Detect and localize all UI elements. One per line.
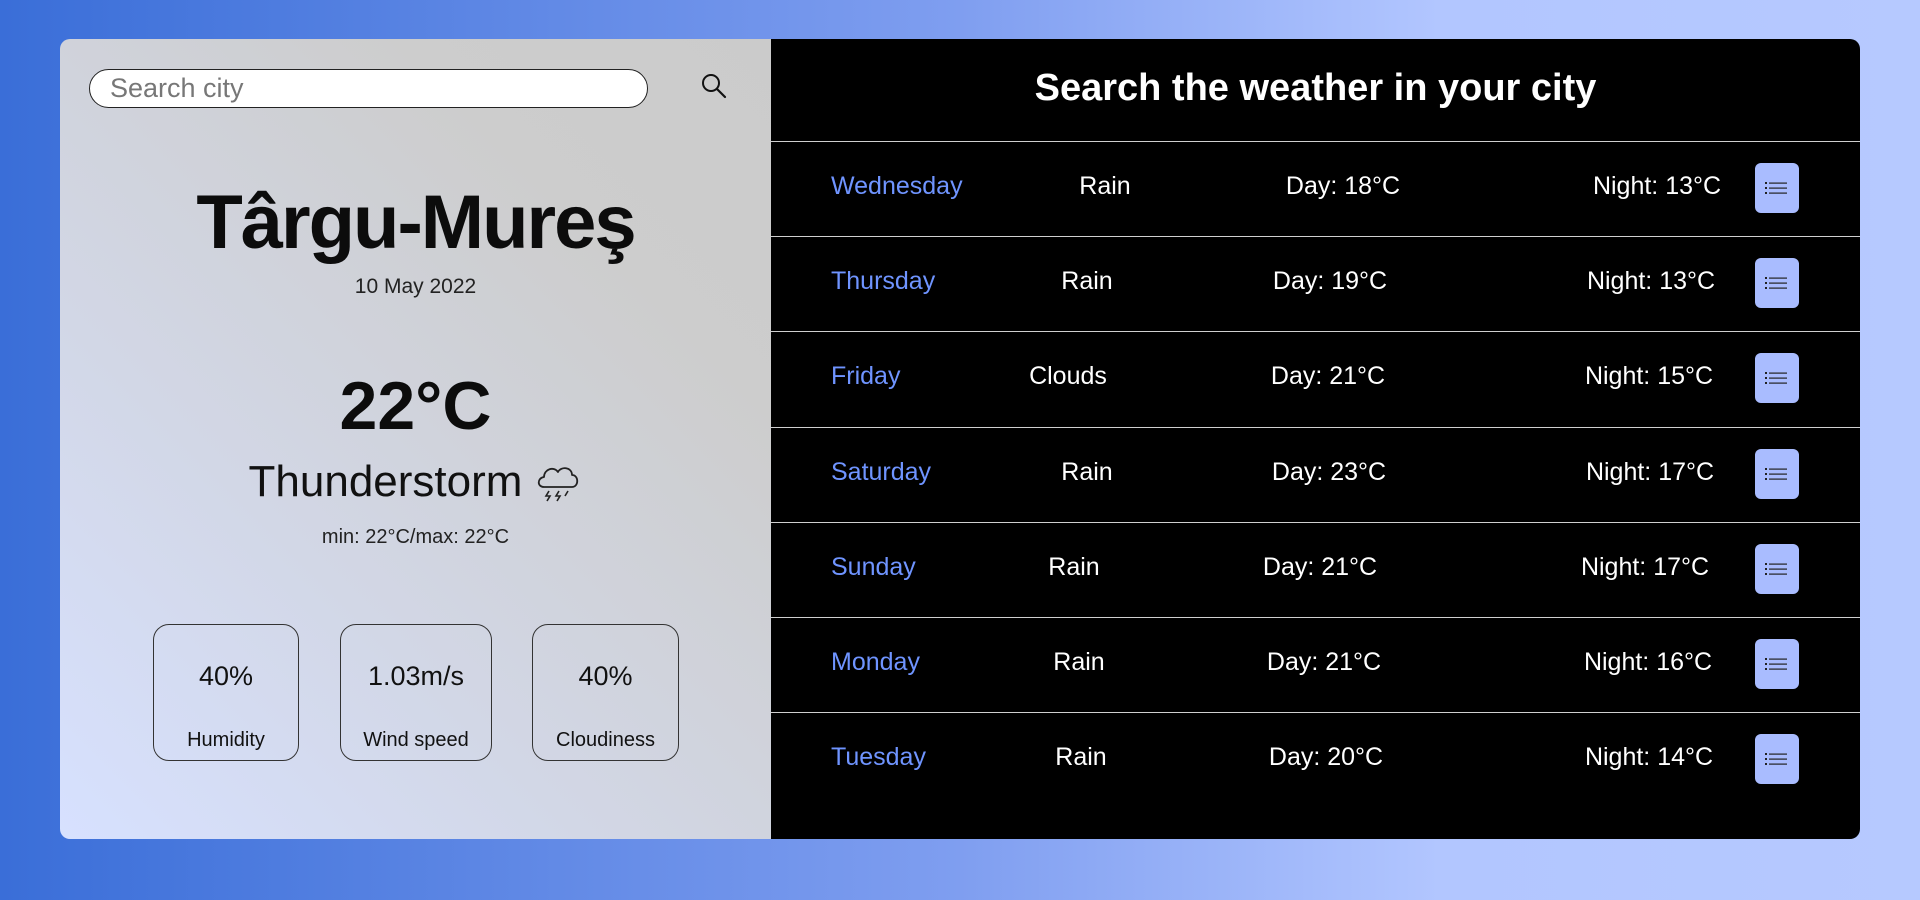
forecast-details-button[interactable] [1755,449,1799,499]
wind-speed-card: 1.03m/s Wind speed [340,624,492,761]
forecast-details-button[interactable] [1755,163,1799,213]
current-date: 10 May 2022 [354,275,477,298]
min-max-temperature: min: 22°C/max: 22°C [321,526,510,548]
forecast-weather: Rain [1061,267,1113,295]
search-bar [89,69,729,109]
wind-speed-label: Wind speed [363,729,469,751]
cloudiness-card: 40% Cloudiness [532,624,679,761]
forecast-day: Sunday [831,553,916,581]
forecast-day-temp: Day: 21°C [1270,362,1386,390]
forecast-weather: Rain [1055,743,1107,771]
forecast-night-temp: Night: 17°C [1585,458,1715,486]
forecast-details-button[interactable] [1755,544,1799,594]
forecast-day-temp: Day: 23°C [1271,458,1387,486]
humidity-value: 40% [198,661,254,691]
forecast-row: Friday Clouds Day: 21°C Night: 15°C [771,331,1860,427]
humidity-card: 40% Humidity [153,624,299,761]
condition-row: Thunderstorm [60,457,771,507]
search-icon [702,73,727,98]
forecast-night-temp: Night: 14°C [1584,743,1714,771]
forecast-row: Wednesday Rain Day: 18°C Night: 13°C [771,141,1860,237]
forecast-night-temp: Night: 13°C [1592,172,1722,200]
forecast-night-temp: Night: 15°C [1584,362,1714,390]
forecast-panel: Search the weather in your city Wednesda… [771,39,1860,839]
search-button[interactable] [696,69,732,105]
forecast-row: Monday Rain Day: 21°C Night: 16°C [771,617,1860,713]
forecast-weather: Rain [1079,172,1131,200]
list-icon [1765,753,1787,765]
cloudiness-label: Cloudiness [556,729,655,751]
forecast-day-temp: Day: 21°C [1262,553,1378,581]
forecast-day: Friday [831,362,901,390]
forecast-day: Wednesday [831,172,963,200]
list-icon [1765,277,1787,289]
forecast-details-button[interactable] [1755,639,1799,689]
humidity-label: Humidity [187,729,265,751]
wind-speed-value: 1.03m/s [367,661,465,691]
condition-text: Thunderstorm [248,457,523,506]
forecast-night-temp: Night: 16°C [1583,648,1713,676]
current-temperature: 22°C [339,368,492,444]
forecast-details-button[interactable] [1755,353,1799,403]
forecast-weather: Clouds [1029,362,1107,390]
forecast-title: Search the weather in your city [1034,67,1597,109]
list-icon [1765,658,1787,670]
forecast-day-temp: Day: 18°C [1285,172,1401,200]
forecast-night-temp: Night: 13°C [1586,267,1716,295]
forecast-weather: Rain [1048,553,1100,581]
forecast-row: Thursday Rain Day: 19°C Night: 13°C [771,236,1860,332]
forecast-day-temp: Day: 21°C [1266,648,1382,676]
forecast-day: Saturday [831,458,932,486]
forecast-day: Tuesday [831,743,926,771]
forecast-day-temp: Day: 19°C [1272,267,1388,295]
forecast-details-button[interactable] [1755,258,1799,308]
cloudiness-value: 40% [578,661,633,691]
forecast-night-temp: Night: 17°C [1580,553,1710,581]
forecast-day-temp: Day: 20°C [1268,743,1384,771]
weather-card: Târgu-Mureş 10 May 2022 22°C Thunderstor… [60,39,1860,839]
list-icon [1765,468,1787,480]
forecast-row: Tuesday Rain Day: 20°C Night: 14°C [771,712,1860,808]
list-icon [1765,182,1787,194]
list-icon [1765,372,1787,384]
city-name: Târgu-Mureş [196,180,636,265]
thunderstorm-cloud-icon [538,467,579,502]
forecast-weather: Rain [1061,458,1113,486]
forecast-row: Saturday Rain Day: 23°C Night: 17°C [771,427,1860,523]
forecast-day: Monday [831,648,920,676]
list-icon [1765,563,1787,575]
forecast-details-button[interactable] [1755,734,1799,784]
forecast-day: Thursday [831,267,936,295]
search-input[interactable] [89,69,648,108]
forecast-row: Sunday Rain Day: 21°C Night: 17°C [771,522,1860,618]
forecast-weather: Rain [1053,648,1105,676]
current-weather-panel: Târgu-Mureş 10 May 2022 22°C Thunderstor… [60,39,771,839]
